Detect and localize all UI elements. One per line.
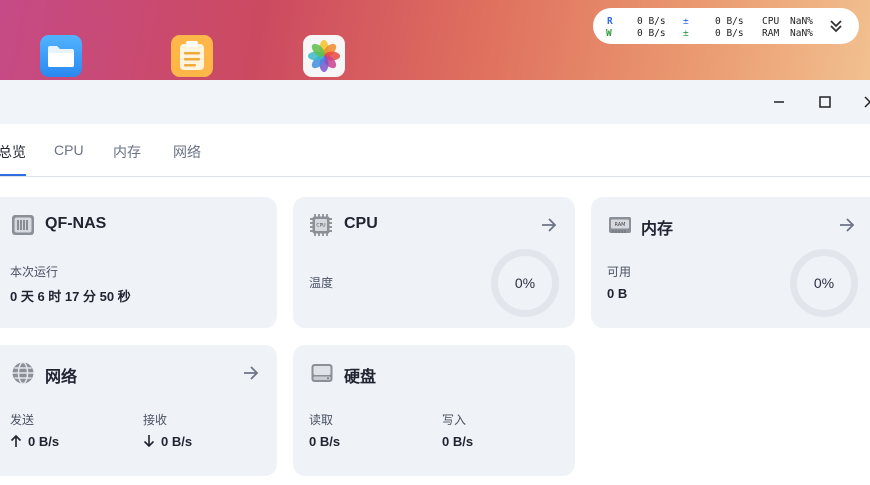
cpu-card: CPU CPU 温度 0% — [293, 197, 575, 328]
uptime-label: 本次运行 — [10, 265, 59, 279]
arrow-down-icon — [143, 435, 155, 448]
download-arrow-icon: ± — [683, 28, 689, 39]
read-speed: 0 B/s — [637, 16, 666, 27]
server-icon — [11, 213, 35, 237]
minimize-button[interactable] — [769, 92, 789, 112]
tab-network[interactable]: 网络 — [173, 142, 201, 162]
network-send-label: 发送 — [10, 413, 35, 427]
write-speed: 0 B/s — [637, 28, 666, 39]
cpu-label: CPU — [762, 16, 780, 27]
resource-monitor-widget: R 0 B/s ± 0 B/s CPU NaN% W 0 B/s ± 0 B/s… — [593, 8, 859, 44]
globe-icon — [11, 361, 35, 385]
system-title: QF-NAS — [45, 215, 107, 232]
memory-usage-value: 0% — [813, 275, 835, 291]
notes-icon[interactable] — [171, 35, 213, 77]
hard-disk-icon — [310, 361, 334, 385]
title-bar[interactable] — [0, 80, 870, 124]
system-card: QF-NAS 本次运行 0 天 6 时 17 分 50 秒 — [0, 197, 277, 328]
network-send-value: 0 B/s — [28, 434, 60, 449]
folder-icon[interactable] — [40, 35, 82, 77]
ram-chip-icon: RAM — [608, 213, 632, 237]
disk-write-label: 写入 — [442, 413, 467, 427]
ram-label: RAM — [762, 28, 780, 39]
cpu-title: CPU — [344, 215, 378, 232]
disk-card: 硬盘 读取 0 B/s 写入 0 B/s — [293, 345, 575, 476]
cpu-usage-value: 0% — [514, 275, 536, 291]
download-speed: 0 B/s — [715, 28, 744, 39]
network-receive-value: 0 B/s — [161, 434, 193, 449]
app-window: 总览 CPU 内存 网络 QF-NAS 本次运行 0 天 6 时 17 分 50… — [0, 80, 870, 485]
tab-cpu[interactable]: CPU — [54, 142, 84, 158]
read-label: R — [607, 16, 613, 27]
cpu-chip-icon: CPU — [309, 213, 333, 237]
memory-title: 内存 — [641, 221, 674, 238]
network-card: 网络 发送 0 B/s 接收 0 B/s — [0, 345, 277, 476]
double-chevron-down-icon[interactable] — [829, 18, 843, 34]
memory-available-value: 0 B — [607, 286, 628, 301]
cpu-arrow-right-icon[interactable] — [540, 217, 558, 233]
arrow-up-icon — [10, 434, 22, 447]
network-arrow-right-icon[interactable] — [242, 365, 260, 381]
uptime-value: 0 天 6 时 17 分 50 秒 — [10, 289, 131, 304]
svg-text:CPU: CPU — [316, 223, 325, 229]
tab-overview[interactable]: 总览 — [0, 142, 26, 162]
tab-memory[interactable]: 内存 — [113, 142, 141, 162]
network-send-row: 0 B/s — [10, 434, 59, 449]
tab-bar: 总览 CPU 内存 网络 — [0, 124, 870, 177]
network-receive-row: 0 B/s — [143, 434, 192, 449]
memory-card: RAM 内存 可用 0 B 0% — [591, 197, 870, 328]
upload-speed: 0 B/s — [715, 16, 744, 27]
memory-usage-gauge: 0% — [790, 249, 858, 317]
ram-value: NaN% — [790, 28, 813, 39]
write-label: W — [606, 28, 612, 39]
memory-available-label: 可用 — [607, 265, 632, 279]
cpu-usage-gauge: 0% — [491, 249, 559, 317]
cpu-value: NaN% — [790, 16, 813, 27]
disk-write-value: 0 B/s — [442, 434, 474, 449]
upload-arrow-icon: ± — [683, 16, 689, 27]
memory-arrow-right-icon[interactable] — [838, 217, 856, 233]
disk-read-label: 读取 — [309, 413, 334, 427]
cpu-temp-label: 温度 — [309, 276, 334, 290]
network-title: 网络 — [45, 369, 78, 386]
active-tab-indicator — [0, 174, 26, 176]
close-button[interactable] — [860, 92, 870, 112]
disk-read-value: 0 B/s — [309, 434, 341, 449]
network-receive-label: 接收 — [143, 413, 168, 427]
photos-icon[interactable] — [303, 35, 345, 77]
maximize-button[interactable] — [815, 92, 835, 112]
disk-title: 硬盘 — [344, 369, 377, 386]
svg-text:RAM: RAM — [614, 222, 625, 228]
